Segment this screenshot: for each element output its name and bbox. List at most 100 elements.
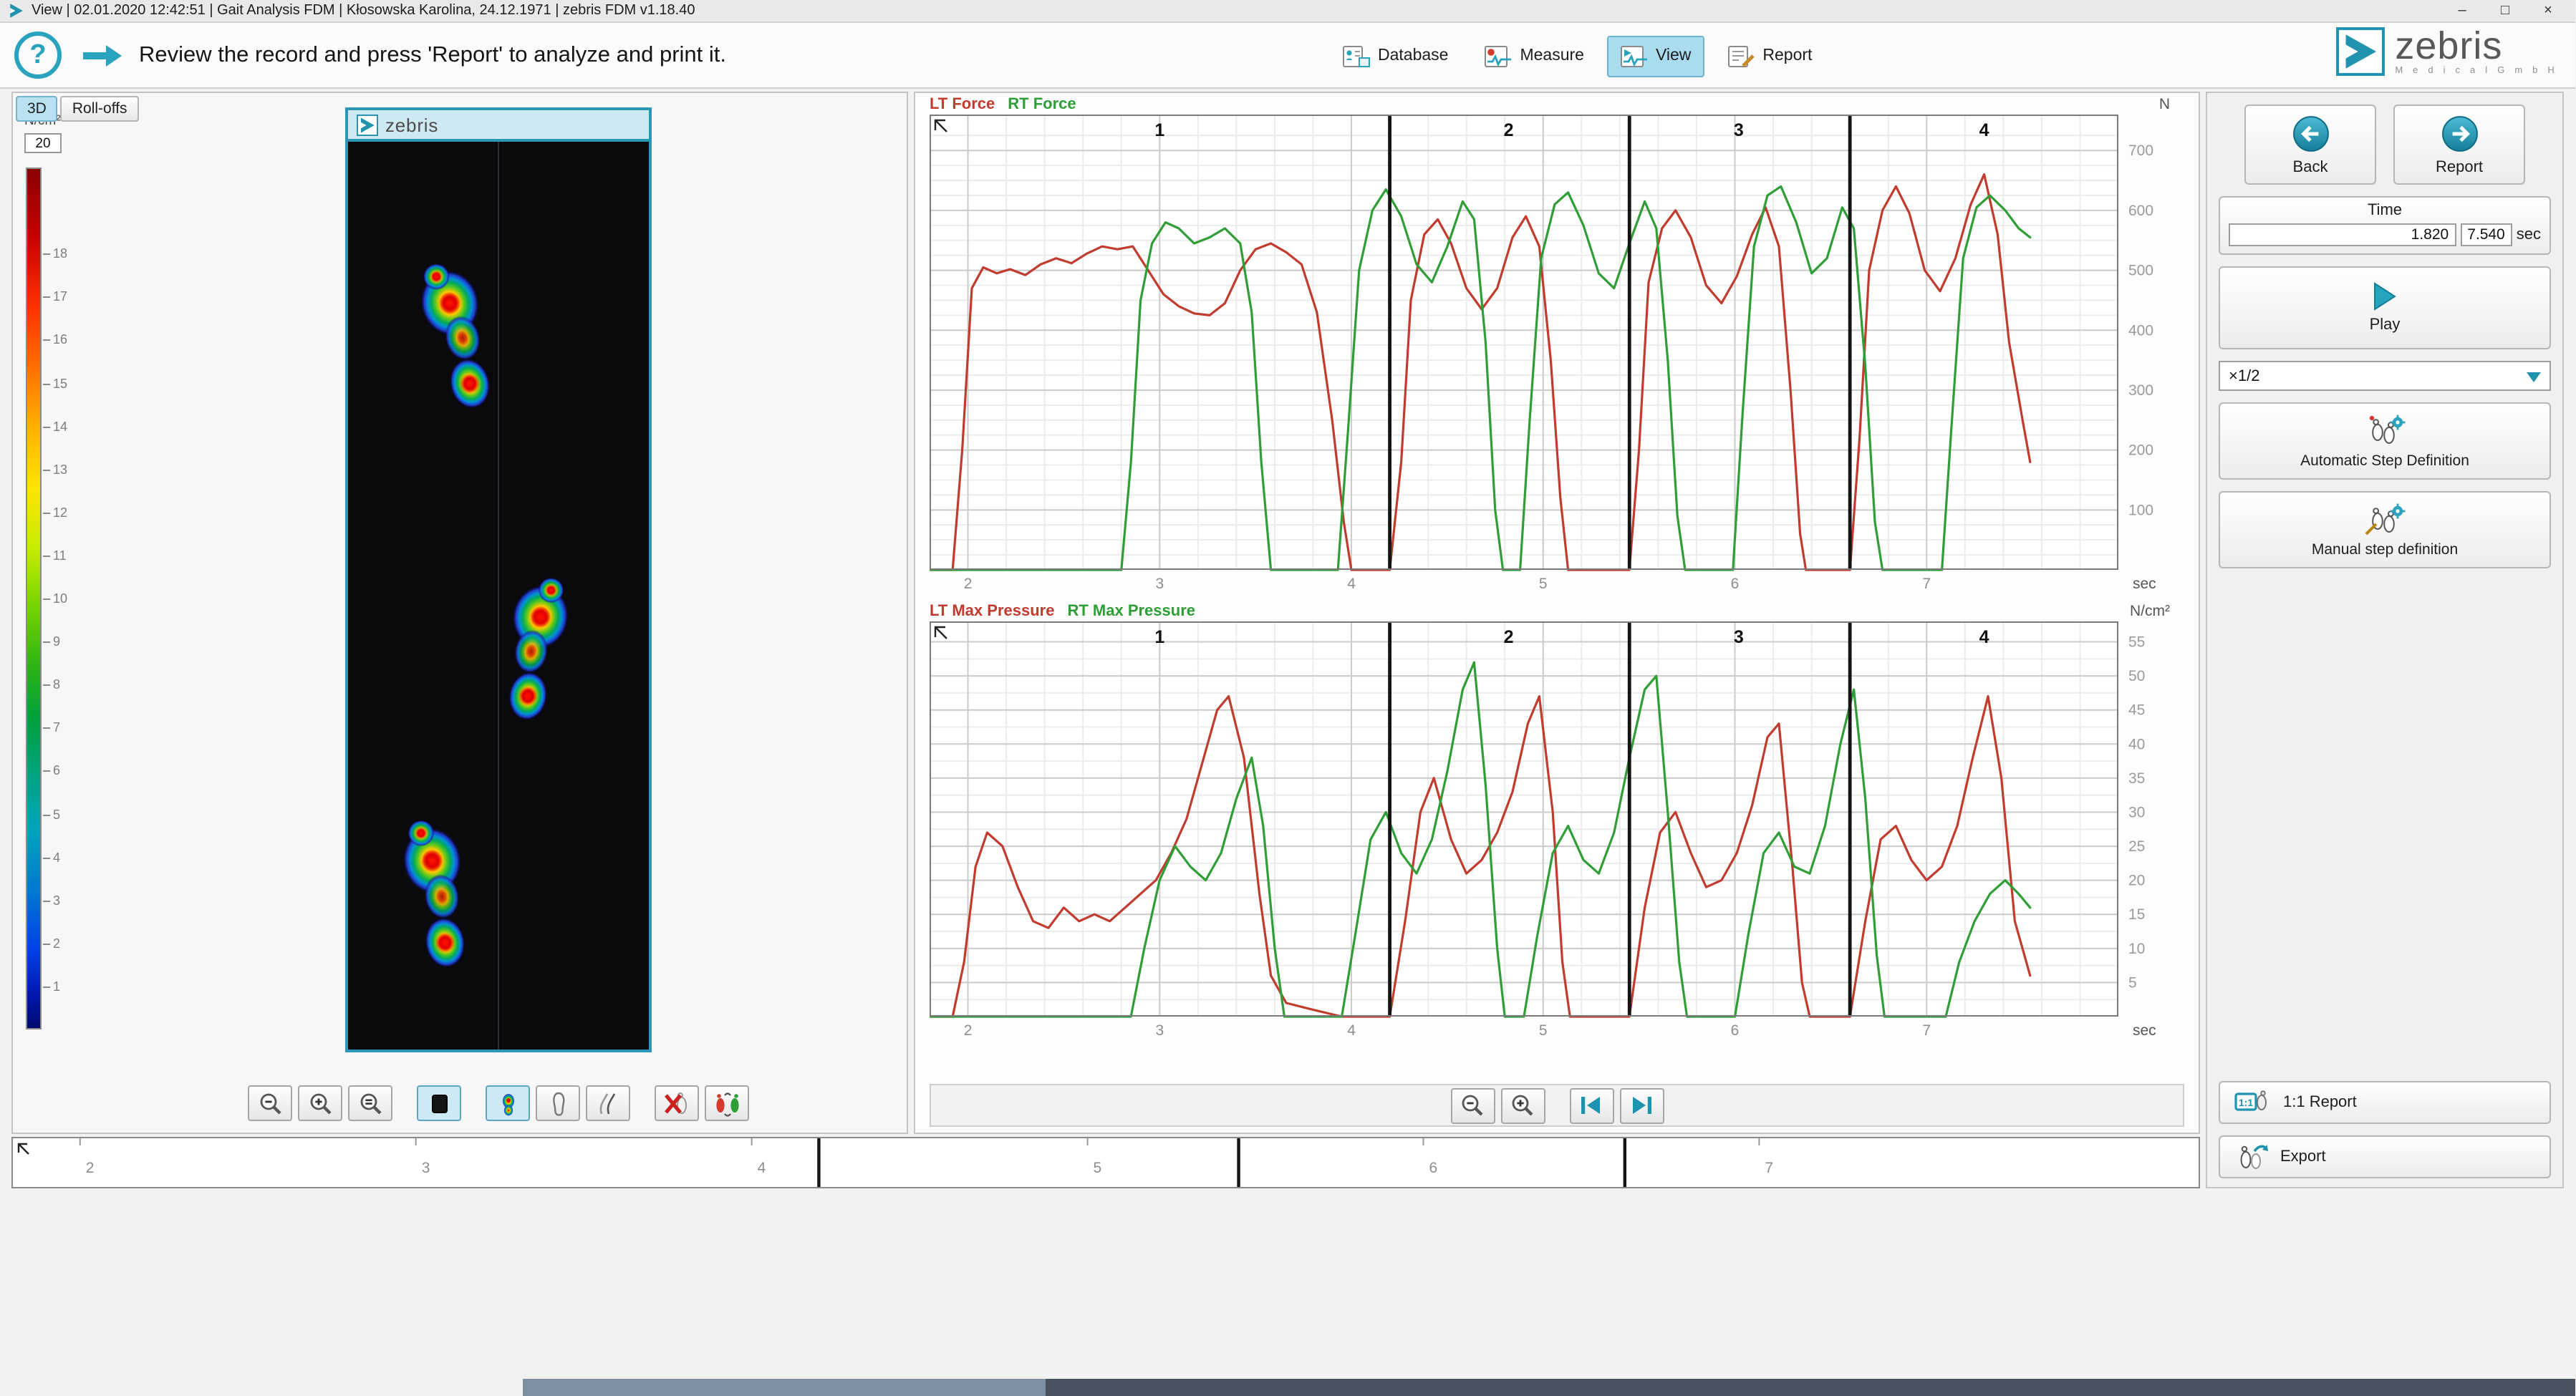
sidebar-nav-row: Back Report bbox=[2219, 105, 2551, 185]
svg-text:4: 4 bbox=[1347, 576, 1356, 592]
magnifier-minus-icon bbox=[1460, 1092, 1485, 1118]
manual-step-definition-button[interactable]: Manual step definition bbox=[2219, 491, 2551, 568]
svg-text:25: 25 bbox=[2128, 838, 2145, 855]
tab-roll-offs[interactable]: Roll-offs bbox=[61, 96, 139, 122]
play-button[interactable]: Play bbox=[2219, 266, 2551, 349]
automatic-step-definition-button[interactable]: Automatic Step Definition bbox=[2219, 402, 2551, 480]
svg-text:20: 20 bbox=[2128, 873, 2145, 889]
svg-text:55: 55 bbox=[2128, 634, 2145, 651]
report-button-label: Report bbox=[2436, 158, 2483, 175]
show-footprint-outline-button[interactable] bbox=[536, 1085, 580, 1121]
report-nav-button[interactable]: Report bbox=[2393, 105, 2525, 185]
svg-text:2: 2 bbox=[964, 1022, 973, 1039]
color-scale-tick: 3 bbox=[53, 893, 60, 907]
pressure-chart[interactable]: 1234234567sec510152025303540455055 bbox=[930, 621, 2184, 1042]
help-button[interactable]: ? bbox=[14, 31, 62, 79]
svg-text:400: 400 bbox=[2128, 322, 2153, 339]
svg-text:100: 100 bbox=[2128, 502, 2153, 518]
zoom-fit-button[interactable] bbox=[348, 1085, 392, 1121]
color-scale-tick: 13 bbox=[53, 462, 67, 476]
force-chart[interactable]: 1234234567sec100200300400500600700 bbox=[930, 115, 2184, 596]
zoom-out-button[interactable] bbox=[248, 1085, 292, 1121]
svg-text:sec: sec bbox=[2133, 1022, 2156, 1039]
color-scale: N/cm² 20 181716151413121110987654321 bbox=[24, 113, 105, 1029]
time-current-field[interactable]: 1.820 bbox=[2229, 223, 2456, 246]
time-total-field[interactable]: 7.540 bbox=[2460, 223, 2512, 246]
delete-step-button[interactable] bbox=[655, 1085, 699, 1121]
timeline-scrubber[interactable]: 234567 bbox=[11, 1137, 2200, 1188]
svg-text:3: 3 bbox=[1155, 1022, 1164, 1039]
svg-text:15: 15 bbox=[2128, 906, 2145, 923]
close-button[interactable]: × bbox=[2529, 1, 2567, 21]
svg-text:500: 500 bbox=[2128, 263, 2153, 279]
chevron-down-icon bbox=[2527, 372, 2541, 389]
brand-subtitle: M e d i c a l G m b H bbox=[2395, 66, 2558, 76]
svg-text:4: 4 bbox=[1979, 120, 1989, 140]
color-scale-tick: 16 bbox=[53, 333, 67, 347]
time-values-row: 1.820 7.540 sec bbox=[2229, 223, 2541, 246]
export-button[interactable]: Export bbox=[2219, 1135, 2551, 1178]
charts-panel: LT Force RT Force N 1234234567sec1002003… bbox=[914, 92, 2200, 1134]
step-previous-button[interactable] bbox=[1569, 1087, 1613, 1123]
playback-speed-select[interactable]: ×1/2 bbox=[2219, 361, 2551, 391]
svg-text:5: 5 bbox=[1539, 1022, 1548, 1039]
lt-force-legend: LT Force bbox=[930, 96, 995, 113]
one-to-one-icon-text: 1:1 bbox=[2239, 1097, 2253, 1108]
taskbar-segment[interactable] bbox=[523, 1379, 1046, 1396]
step-next-button[interactable] bbox=[1619, 1087, 1664, 1123]
chart-zoom-in-button[interactable] bbox=[1500, 1087, 1545, 1123]
tab-roll-offs-label: Roll-offs bbox=[72, 100, 127, 117]
nav-report-label: Report bbox=[1762, 47, 1812, 64]
back-arrow-icon bbox=[2291, 114, 2330, 152]
nav-measure[interactable]: Measure bbox=[1471, 35, 1597, 77]
swap-feet-icon bbox=[711, 1090, 743, 1116]
app-window: View | 02.01.2020 12:42:51 | Gait Analys… bbox=[0, 0, 2575, 1396]
measure-icon bbox=[1484, 44, 1513, 68]
show-pressure-footprint-button[interactable] bbox=[486, 1085, 530, 1121]
taskbar-segment[interactable] bbox=[1046, 1379, 2575, 1396]
back-button-label: Back bbox=[2293, 158, 2328, 175]
color-scale-tick: 17 bbox=[53, 290, 67, 304]
time-panel: Time 1.820 7.540 sec bbox=[2219, 196, 2551, 255]
nav-report[interactable]: Report bbox=[1714, 35, 1825, 77]
window-title: View | 02.01.2020 12:42:51 | Gait Analys… bbox=[32, 3, 695, 19]
nav-database[interactable]: Database bbox=[1329, 35, 1461, 77]
status-message: Review the record and press 'Report' to … bbox=[139, 42, 726, 68]
magnifier-plus-icon bbox=[1510, 1092, 1535, 1118]
chart-zoom-out-button[interactable] bbox=[1450, 1087, 1495, 1123]
timeline-canvas[interactable]: 234567 bbox=[13, 1138, 2196, 1187]
svg-text:700: 700 bbox=[2128, 142, 2153, 159]
maximize-button[interactable]: □ bbox=[2486, 1, 2524, 21]
nav-view[interactable]: View bbox=[1607, 35, 1704, 77]
svg-text:7: 7 bbox=[1922, 1022, 1931, 1039]
brand-name: zebris bbox=[2395, 27, 2558, 64]
color-scale-tick: 8 bbox=[53, 677, 60, 692]
nav-view-label: View bbox=[1656, 47, 1691, 64]
view-icon bbox=[1620, 44, 1649, 68]
one-to-one-report-button[interactable]: 1:1 1:1 Report bbox=[2219, 1081, 2551, 1124]
color-scale-tick: 15 bbox=[53, 376, 67, 390]
color-scale-tick: 12 bbox=[53, 505, 67, 520]
map-toolbar bbox=[248, 1085, 749, 1121]
color-scale-tick: 10 bbox=[53, 591, 67, 606]
play-icon bbox=[2372, 282, 2398, 311]
svg-text:200: 200 bbox=[2128, 442, 2153, 459]
minimize-button[interactable]: – bbox=[2444, 1, 2481, 21]
display-mode-button[interactable] bbox=[417, 1085, 461, 1121]
one-to-one-report-label: 1:1 Report bbox=[2283, 1094, 2357, 1111]
svg-text:40: 40 bbox=[2128, 736, 2145, 752]
color-scale-max-box[interactable]: 20 bbox=[24, 133, 62, 153]
time-label: Time bbox=[2229, 202, 2541, 219]
swap-feet-button[interactable] bbox=[705, 1085, 749, 1121]
svg-text:300: 300 bbox=[2128, 382, 2153, 399]
chart-toolbar bbox=[930, 1084, 2184, 1127]
pressure-chart-block: LT Max Pressure RT Max Pressure N/cm² 12… bbox=[930, 603, 2199, 1042]
show-rolloff-lines-button[interactable] bbox=[586, 1085, 630, 1121]
svg-text:5: 5 bbox=[1094, 1160, 1102, 1176]
svg-text:5: 5 bbox=[2128, 974, 2137, 991]
tab-3d[interactable]: 3D bbox=[16, 96, 58, 122]
back-button[interactable]: Back bbox=[2244, 105, 2376, 185]
header-bar: ? Review the record and press 'Report' t… bbox=[0, 23, 2575, 89]
color-scale-tick: 2 bbox=[53, 936, 60, 951]
zoom-in-button[interactable] bbox=[298, 1085, 342, 1121]
